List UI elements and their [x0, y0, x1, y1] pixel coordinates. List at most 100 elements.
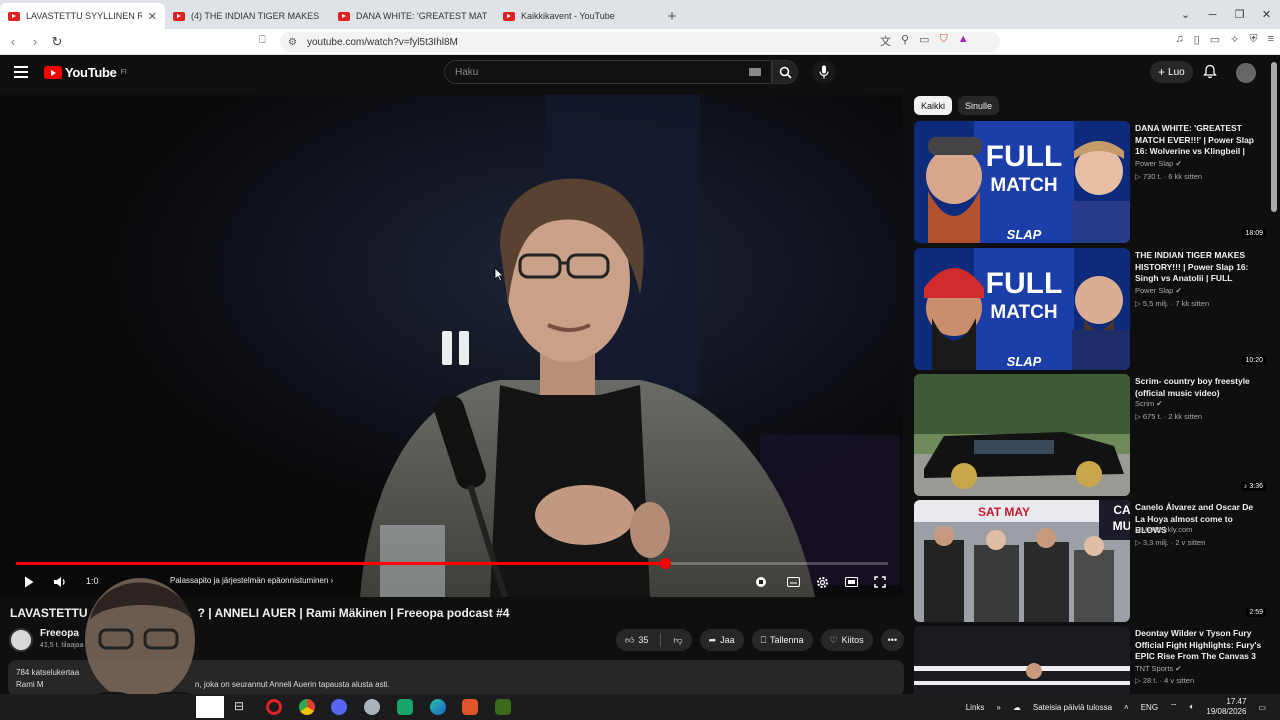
- browser-tab[interactable]: DANA WHITE: 'GREATEST MATCH EV: [330, 3, 495, 29]
- video-thumbnail[interactable]: FULL MATCH SLAP: [914, 121, 1130, 243]
- autoplay-toggle[interactable]: [752, 573, 770, 591]
- browser-tab-active[interactable]: LAVASTETTU SYYLLINEN RIKO ✕: [0, 3, 165, 29]
- notification-center-icon[interactable]: ▭: [1258, 703, 1266, 712]
- settings-button[interactable]: [813, 573, 831, 591]
- browser-tab-bar: LAVASTETTU SYYLLINEN RIKO ✕ (4) THE INDI…: [0, 0, 1280, 29]
- like-button[interactable]: 👍︎ 35 👎︎: [616, 629, 692, 651]
- share-button[interactable]: ➦ Jaa: [699, 629, 744, 651]
- browser-tab[interactable]: (4) THE INDIAN TIGER MAKES HISTORY: [165, 3, 330, 29]
- rec-channel[interactable]: Power Slap ✔: [1135, 286, 1182, 295]
- pause-icon[interactable]: [442, 331, 472, 365]
- rec-title[interactable]: DANA WHITE: 'GREATEST MATCH EVER!!!' | P…: [1135, 123, 1263, 159]
- rec-channel[interactable]: MMAWeekly.com: [1135, 525, 1192, 534]
- create-button[interactable]: + Luo: [1150, 61, 1193, 83]
- sidebar-icon[interactable]: ▯: [1194, 33, 1200, 46]
- theater-mode-button[interactable]: [842, 573, 860, 591]
- new-tab-button[interactable]: +: [660, 3, 684, 29]
- keyboard-icon[interactable]: [749, 68, 761, 76]
- recommendation-item[interactable]: FULL MATCH SLAP 18:09 DANA WHITE: 'GREAT…: [914, 121, 1270, 243]
- chip-all[interactable]: Kaikki: [914, 96, 953, 115]
- app-icon[interactable]: [364, 699, 380, 715]
- chevron-up-icon[interactable]: ˄: [1124, 703, 1129, 712]
- store-icon[interactable]: [397, 699, 413, 715]
- reload-icon[interactable]: ↻: [46, 34, 68, 50]
- page-scrollbar[interactable]: [1271, 62, 1277, 212]
- chip-for-you[interactable]: Sinulle: [958, 96, 1000, 115]
- rec-title[interactable]: Deontay Wilder v Tyson Fury Official Fig…: [1135, 628, 1263, 664]
- rec-channel-name: Power Slap: [1135, 286, 1174, 295]
- video-thumbnail[interactable]: FULL MATCH SLAP: [914, 248, 1130, 370]
- chevron-right-icon[interactable]: »: [996, 703, 1000, 712]
- rec-channel[interactable]: Scrim ✔: [1135, 399, 1163, 408]
- fullscreen-button[interactable]: [871, 573, 889, 591]
- forward-icon[interactable]: ›: [24, 34, 46, 49]
- rec-title[interactable]: Scrim- country boy freestyle (official m…: [1135, 376, 1263, 399]
- search-input[interactable]: Haku: [444, 60, 772, 84]
- clock[interactable]: 17.47 19/08/2026: [1206, 697, 1246, 717]
- video-thumbnail[interactable]: [914, 626, 1130, 694]
- task-view-icon[interactable]: ⊟: [234, 699, 244, 713]
- thanks-button[interactable]: ♡ Kiitos: [820, 629, 873, 651]
- speaker-icon[interactable]: 🔈︎: [1190, 702, 1195, 712]
- media-icon[interactable]: ♫: [1175, 33, 1183, 46]
- browser-tab[interactable]: Kaikkikavent - YouTube: [495, 3, 660, 29]
- browser-menu-icon[interactable]: ≡: [1268, 33, 1274, 46]
- recommendation-item[interactable]: ♪ 3:36 Scrim- country boy freestyle (off…: [914, 374, 1270, 496]
- more-actions-button[interactable]: •••: [880, 629, 905, 651]
- bookmark-icon[interactable]: ⎕: [259, 34, 266, 47]
- hamburger-menu-icon[interactable]: [14, 66, 28, 78]
- recommendation-item[interactable]: FULL MATCH SLAP 10:20 THE INDIAN TIGER M…: [914, 248, 1270, 370]
- recommendation-item[interactable]: SAT MAY CA MU 2:59 Canelo Álvarez and Os…: [914, 500, 1270, 622]
- tab-search-icon[interactable]: ⌄: [1172, 8, 1199, 21]
- video-thumbnail[interactable]: [914, 374, 1130, 496]
- bookmark-save-icon: ⎕: [760, 634, 767, 645]
- notifications-button[interactable]: [1203, 64, 1217, 84]
- account-avatar[interactable]: [1236, 63, 1256, 83]
- rec-channel-name: Power Slap: [1135, 159, 1174, 168]
- rec-channel[interactable]: TNT Sports ✔: [1135, 664, 1182, 673]
- translate-icon[interactable]: 文: [880, 33, 891, 49]
- install-icon[interactable]: ▭: [919, 33, 929, 49]
- extensions-icon[interactable]: ✧: [1230, 33, 1239, 46]
- network-icon[interactable]: ⌔: [1170, 702, 1178, 712]
- youtube-logo[interactable]: YouTube FI: [44, 65, 127, 80]
- rec-meta-text: 730 t. · 6 kk sitten: [1142, 172, 1203, 181]
- wallet-icon[interactable]: ▭: [1210, 33, 1220, 46]
- minimize-icon[interactable]: ─: [1199, 9, 1226, 21]
- terminal-icon[interactable]: [495, 699, 511, 715]
- subtitles-button[interactable]: [784, 573, 802, 591]
- chrome-icon[interactable]: [299, 699, 315, 715]
- maximize-icon[interactable]: ❐: [1226, 8, 1253, 21]
- thanks-label: Kiitos: [841, 635, 864, 645]
- rec-title[interactable]: THE INDIAN TIGER MAKES HISTORY!!! | Powe…: [1135, 250, 1263, 286]
- weather-text[interactable]: Sateisia päiviä tulossa: [1033, 703, 1112, 712]
- voice-search-button[interactable]: [812, 60, 836, 84]
- thumbs-down-icon[interactable]: 👎︎: [673, 635, 682, 646]
- back-icon[interactable]: ‹: [2, 34, 24, 49]
- save-button[interactable]: ⎕ Tallenna: [751, 629, 813, 651]
- discord-icon[interactable]: [331, 699, 347, 715]
- brave-icon[interactable]: [462, 699, 478, 715]
- thumb-text-match: MATCH: [990, 302, 1057, 323]
- video-thumbnail[interactable]: SAT MAY CA MU: [914, 500, 1130, 622]
- video-player[interactable]: 1:0 Palassapito ja järjestelmän epäonnis…: [0, 95, 903, 597]
- channel-avatar[interactable]: [9, 628, 33, 652]
- play-button[interactable]: [20, 573, 38, 591]
- site-info-icon[interactable]: ⚙: [288, 37, 297, 48]
- close-window-icon[interactable]: ✕: [1253, 8, 1280, 21]
- edge-icon[interactable]: [430, 699, 446, 715]
- vpn-icon[interactable]: ⛨: [1249, 33, 1257, 46]
- links-toolbar[interactable]: Links: [966, 703, 985, 712]
- youtube-favicon-icon: [503, 11, 515, 21]
- opera-icon[interactable]: [266, 699, 282, 715]
- brave-shield-icon[interactable]: ⛉: [939, 33, 947, 49]
- language-indicator[interactable]: ENG: [1141, 703, 1158, 712]
- brave-rewards-icon[interactable]: ▲: [958, 33, 969, 49]
- duration-badge: 10:20: [1242, 356, 1266, 365]
- search-button[interactable]: [772, 60, 798, 84]
- recommendation-item[interactable]: Deontay Wilder v Tyson Fury Official Fig…: [914, 626, 1270, 694]
- rec-channel[interactable]: Power Slap ✔: [1135, 159, 1182, 168]
- zoom-icon[interactable]: ⚲: [901, 33, 909, 49]
- start-button[interactable]: [196, 696, 224, 718]
- close-tab-icon[interactable]: ✕: [148, 10, 157, 23]
